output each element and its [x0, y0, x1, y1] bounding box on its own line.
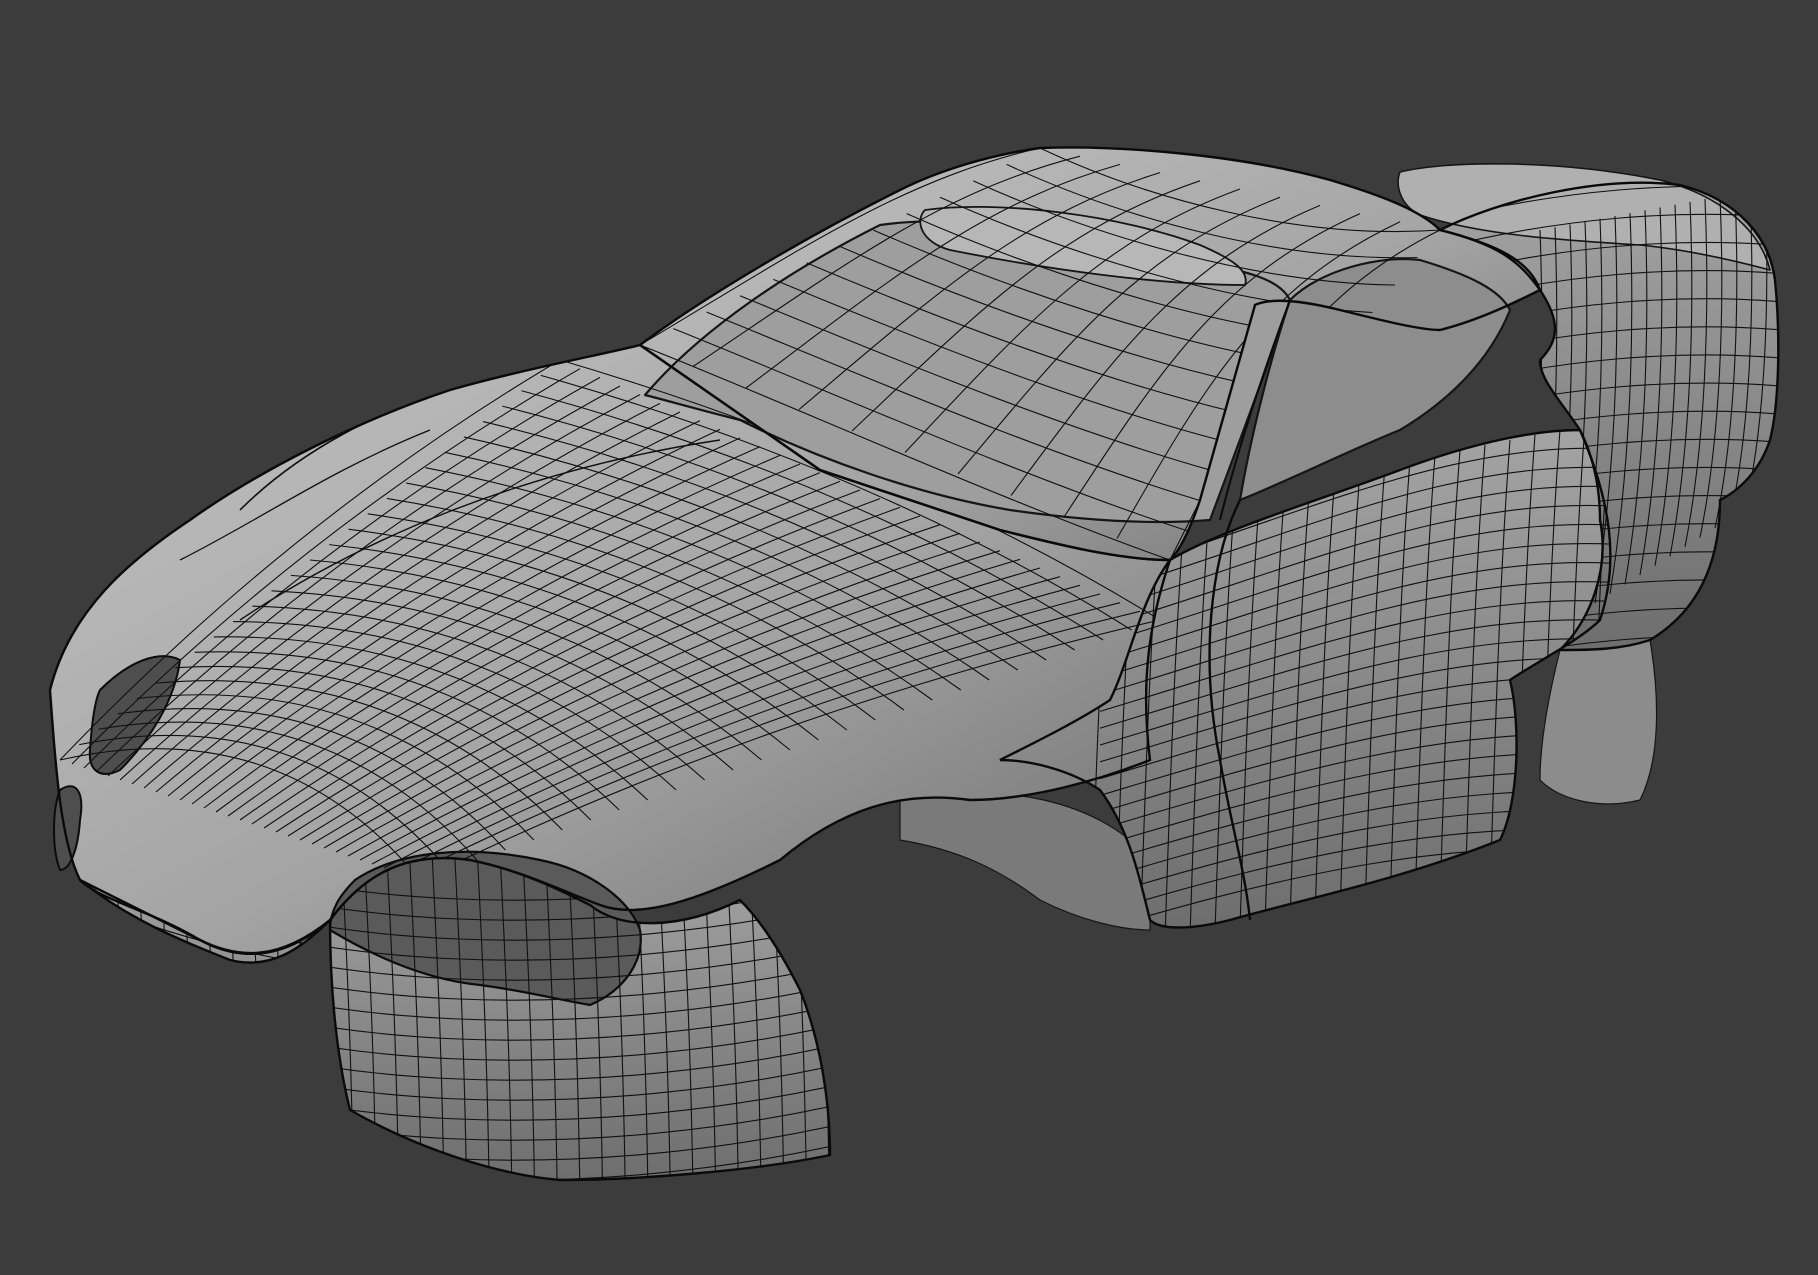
viewport-canvas[interactable] — [0, 0, 1818, 1275]
mesh-edge — [840, 840, 852, 1200]
car-body-mesh[interactable] — [48, 146, 1790, 1234]
rear-inner-panel — [1539, 639, 1658, 805]
mesh-edge — [80, 858, 83, 1180]
3d-viewport[interactable] — [0, 0, 1818, 1275]
